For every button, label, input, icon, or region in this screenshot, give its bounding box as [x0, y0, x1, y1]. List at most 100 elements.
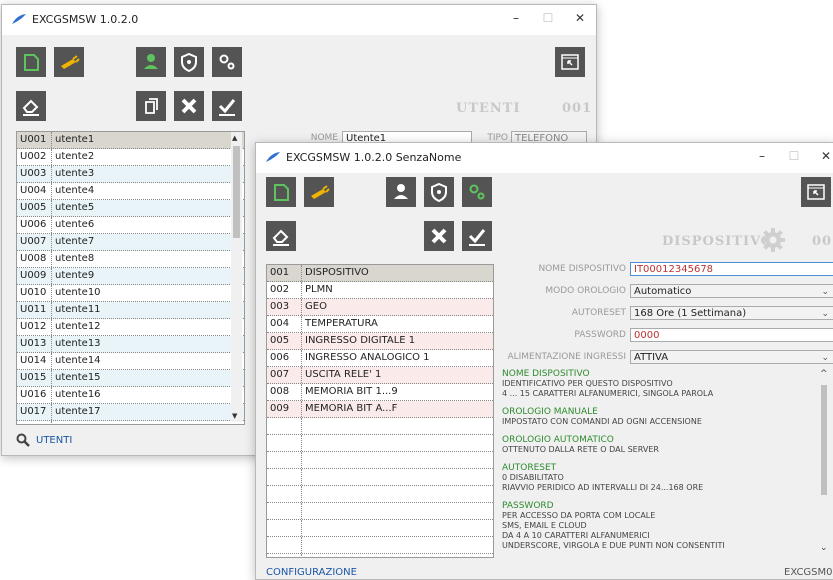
table-row[interactable]: U006 utente6	[17, 217, 244, 234]
input-power-select[interactable]: ATTIVA ⌄	[630, 350, 833, 364]
table-row[interactable]: U012 utente12	[17, 319, 244, 336]
front-footer-left[interactable]: CONFIGURAZIONE	[266, 567, 357, 578]
connect-usb-button[interactable]	[54, 47, 84, 77]
device-button[interactable]	[424, 177, 454, 207]
table-row[interactable]: U013 utente13	[17, 336, 244, 353]
table-row[interactable]: U001 utente1	[17, 132, 244, 149]
device-items-list[interactable]: 001 DISPOSITIVO 002 PLMN 003 GEO 004 TEMPERATUR…	[266, 264, 494, 558]
input-power-label: ALIMENTAZIONE INGRESSI	[507, 352, 626, 362]
empty-row	[267, 554, 493, 557]
new-file-button[interactable]	[266, 177, 296, 207]
table-row[interactable]: U008 utente8	[17, 251, 244, 268]
help-heading: PASSWORD	[502, 501, 554, 511]
scroll-thumb[interactable]	[233, 146, 240, 238]
password-field[interactable]: 0000	[630, 328, 833, 342]
help-body: PER ACCESSO DA PORTA COM LOCALE SMS, EMA…	[502, 511, 725, 550]
copy-button[interactable]	[136, 91, 166, 121]
table-row[interactable]: U004 utente4	[17, 183, 244, 200]
minimize-button[interactable]: –	[506, 11, 526, 25]
connect-usb-button[interactable]	[304, 177, 334, 207]
table-row[interactable]: U017 utente17	[17, 404, 244, 421]
user-id: U009	[20, 270, 47, 281]
users-button[interactable]	[136, 47, 166, 77]
column-divider	[51, 319, 52, 335]
users-list[interactable]: U001 utente1 U002 utente2 U003 utente3 U004 ute…	[16, 131, 245, 425]
table-row[interactable]: U005 utente5	[17, 200, 244, 217]
settings-button[interactable]	[212, 47, 242, 77]
window-button[interactable]	[555, 47, 585, 77]
user-name: utente15	[55, 372, 101, 383]
device-button[interactable]	[174, 47, 204, 77]
maximize-button[interactable]: ☐	[538, 11, 558, 25]
confirm-button[interactable]	[212, 91, 242, 121]
confirm-button[interactable]	[462, 221, 492, 251]
user-id: U006	[20, 219, 47, 230]
settings-button[interactable]	[462, 177, 492, 207]
scroll-up-arrow[interactable]: ^	[820, 369, 828, 379]
delete-button[interactable]	[424, 221, 454, 251]
erase-button[interactable]	[16, 91, 46, 121]
device-name-field[interactable]: IT00012345678	[630, 262, 833, 276]
list-item[interactable]: 002 PLMN	[267, 282, 493, 299]
erase-button[interactable]	[266, 221, 296, 251]
list-item[interactable]: 009 MEMORIA BIT A...F	[267, 401, 493, 418]
user-id: U007	[20, 236, 47, 247]
clock-mode-select[interactable]: Automatico ⌄	[630, 284, 833, 298]
gear-icon	[761, 228, 785, 252]
close-button[interactable]: ✕	[570, 11, 590, 25]
table-row[interactable]: U010 utente10	[17, 285, 244, 302]
minimize-button[interactable]: –	[752, 149, 772, 163]
list-item[interactable]: 004 TEMPERATURA	[267, 316, 493, 333]
column-divider	[301, 299, 302, 315]
table-row[interactable]: U014 utente14	[17, 353, 244, 370]
list-item[interactable]: 003 GEO	[267, 299, 493, 316]
table-row[interactable]: U002 utente2	[17, 149, 244, 166]
column-divider	[301, 401, 302, 417]
clock-mode-value: Automatico	[634, 286, 692, 297]
column-divider	[51, 132, 52, 148]
empty-row	[267, 452, 493, 469]
user-id: U016	[20, 389, 47, 400]
user-id: U011	[20, 304, 47, 315]
user-icon	[144, 54, 158, 69]
item-name: INGRESSO ANALOGICO 1	[305, 352, 430, 363]
table-row[interactable]: U011 utente11	[17, 302, 244, 319]
x-icon	[431, 228, 447, 244]
table-row[interactable]: U016 utente16	[17, 387, 244, 404]
table-row[interactable]: U015 utente15	[17, 370, 244, 387]
list-item[interactable]: 007 USCITA RELE' 1	[267, 367, 493, 384]
scroll-up-arrow[interactable]: ▲	[232, 134, 237, 142]
usb-plug-icon	[61, 55, 80, 69]
autoreset-select[interactable]: 168 Ore (1 Settimana) ⌄	[630, 306, 833, 320]
front-footer-right: EXCGSM01	[784, 567, 833, 578]
scroll-down-arrow[interactable]: ▼	[232, 412, 237, 420]
scroll-down-arrow[interactable]: ⌄	[820, 543, 828, 553]
delete-button[interactable]	[174, 91, 204, 121]
table-row[interactable]: U007 utente7	[17, 234, 244, 251]
scroll-thumb[interactable]	[821, 385, 827, 495]
item-name: USCITA RELE' 1	[305, 369, 382, 380]
search-icon[interactable]	[16, 433, 30, 447]
list-item[interactable]: 005 INGRESSO DIGITALE 1	[267, 333, 493, 350]
column-divider	[51, 149, 52, 165]
users-button[interactable]	[386, 177, 416, 207]
new-file-button[interactable]	[16, 47, 46, 77]
list-item[interactable]: 001 DISPOSITIVO	[267, 265, 493, 282]
back-footer-label[interactable]: UTENTI	[36, 435, 72, 446]
item-id: 008	[270, 386, 290, 397]
column-divider	[51, 166, 52, 182]
table-row[interactable]: U018 utente18	[17, 421, 244, 424]
table-row[interactable]: U003 utente3	[17, 166, 244, 183]
maximize-button[interactable]: ☐	[784, 149, 804, 163]
window-button[interactable]	[801, 177, 831, 207]
user-id: U004	[20, 185, 47, 196]
users-list-scrollbar[interactable]: ▲ ▼	[231, 132, 242, 422]
user-name: utente14	[55, 355, 101, 366]
help-scrollbar[interactable]: ^ ⌄	[818, 369, 830, 555]
new-file-icon	[24, 54, 39, 71]
list-item[interactable]: 006 INGRESSO ANALOGICO 1	[267, 350, 493, 367]
feather-app-icon	[266, 152, 280, 162]
close-button[interactable]: ✕	[816, 149, 833, 163]
table-row[interactable]: U009 utente9	[17, 268, 244, 285]
list-item[interactable]: 008 MEMORIA BIT 1...9	[267, 384, 493, 401]
